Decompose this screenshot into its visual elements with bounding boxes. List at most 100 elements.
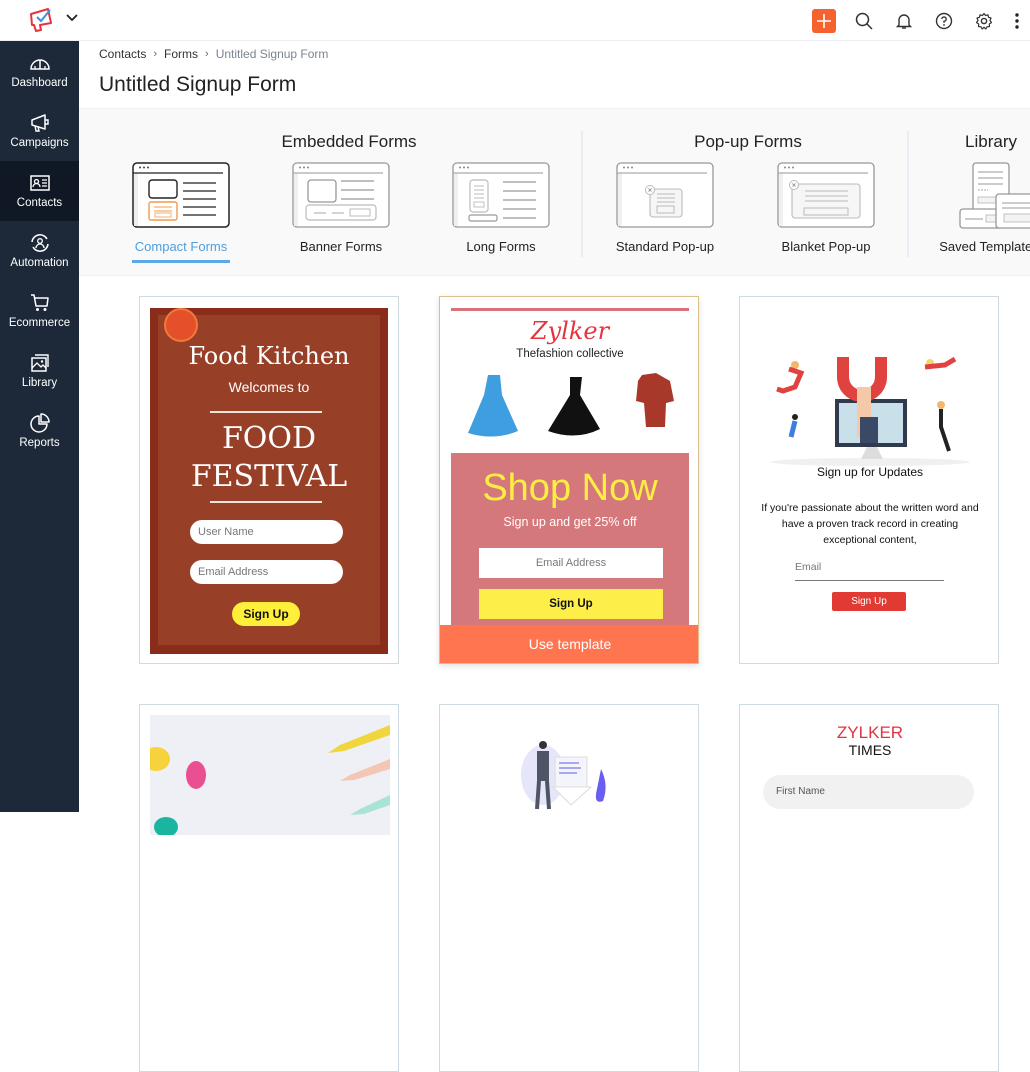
breadcrumb: Contacts › Forms › Untitled Signup Form bbox=[99, 47, 328, 61]
gauge-icon bbox=[29, 59, 50, 70]
food-title: Food Kitchen bbox=[188, 342, 350, 370]
form-type-blanket-popup[interactable]: Blanket Pop-up bbox=[756, 162, 896, 254]
notifications-button[interactable] bbox=[884, 0, 924, 41]
group-divider bbox=[581, 131, 583, 257]
sidebar-item-library[interactable]: Library bbox=[0, 341, 79, 401]
group-title-popup: Pop-up Forms bbox=[694, 132, 802, 151]
sidebar-item-campaigns[interactable]: Campaigns bbox=[0, 101, 79, 161]
divider bbox=[210, 411, 322, 413]
fashion-email-field: Email Address bbox=[479, 548, 663, 578]
fashion-signup-panel: Shop Now Sign up and get 25% off Email A… bbox=[451, 453, 689, 628]
more-vertical-icon bbox=[1015, 12, 1019, 29]
sidebar-item-automation[interactable]: Automation bbox=[0, 221, 79, 281]
fashion-subhead: Sign up and get 25% off bbox=[503, 515, 637, 529]
group-divider bbox=[907, 131, 909, 257]
form-type-saved-templates[interactable]: Saved Templates bbox=[919, 162, 1030, 254]
form-type-picker: Embedded Forms Pop-up Forms Library Comp… bbox=[79, 108, 1030, 276]
breadcrumb-separator-icon: › bbox=[205, 48, 209, 60]
form-type-banner[interactable]: Banner Forms bbox=[271, 162, 411, 254]
breadcrumb-forms[interactable]: Forms bbox=[164, 47, 198, 61]
cart-icon bbox=[30, 294, 49, 311]
template-card-stationery[interactable] bbox=[139, 704, 399, 1072]
contact-card-icon bbox=[29, 175, 50, 191]
saved-templates-icon bbox=[959, 162, 1030, 229]
times-first-name-field: First Name bbox=[763, 775, 974, 809]
main-content: Contacts › Forms › Untitled Signup Form … bbox=[79, 41, 1030, 1072]
create-button[interactable] bbox=[804, 0, 844, 41]
food-welcome: Welcomes to bbox=[228, 379, 310, 395]
newsletter-illustration bbox=[521, 741, 606, 810]
template-card-newsletter[interactable] bbox=[439, 704, 699, 1072]
template-card-updates[interactable]: Sign up for Updates If you're passionate… bbox=[739, 296, 999, 664]
breadcrumb-separator-icon: › bbox=[153, 48, 158, 60]
sidebar-item-ecommerce[interactable]: Ecommerce bbox=[0, 281, 79, 341]
fashion-brand: Zylker bbox=[530, 317, 610, 345]
food-username-field: User Name bbox=[190, 520, 343, 544]
banner-form-icon bbox=[292, 162, 390, 228]
settings-button[interactable] bbox=[964, 0, 1004, 41]
updates-description: If you're passionate about the written w… bbox=[761, 502, 979, 546]
pencils-illustration bbox=[142, 725, 390, 837]
image-library-icon bbox=[30, 354, 49, 372]
gear-icon bbox=[975, 12, 993, 30]
form-type-label: Compact Forms bbox=[134, 239, 228, 254]
sidebar-item-label: Reports bbox=[19, 437, 60, 449]
help-button[interactable] bbox=[924, 0, 964, 41]
bell-icon bbox=[895, 13, 913, 29]
form-type-label: Blanket Pop-up bbox=[781, 239, 871, 254]
updates-signup-button: Sign Up bbox=[832, 592, 906, 611]
magnet-illustration bbox=[770, 356, 970, 466]
form-type-label: Long Forms bbox=[466, 239, 536, 254]
blanket-popup-icon bbox=[777, 162, 875, 228]
automation-icon bbox=[30, 234, 49, 252]
updates-title: Sign up for Updates bbox=[816, 465, 924, 479]
active-tab-indicator bbox=[132, 260, 230, 263]
template-card-food-festival[interactable]: Food Kitchen Welcomes to FOOD FESTIVAL U… bbox=[139, 296, 399, 664]
sidebar-item-contacts[interactable]: Contacts bbox=[0, 161, 79, 221]
times-subtitle: TIMES bbox=[848, 742, 892, 758]
form-type-label: Standard Pop-up bbox=[615, 239, 715, 254]
template-card-zylker-fashion[interactable]: Zylker Thefashion collective Shop Now Si… bbox=[439, 296, 699, 664]
food-headline-2: FESTIVAL bbox=[190, 459, 348, 494]
megaphone-logo-icon[interactable] bbox=[28, 6, 58, 32]
sidebar-item-label: Automation bbox=[10, 257, 69, 269]
breadcrumb-current: Untitled Signup Form bbox=[215, 47, 329, 61]
food-email-field: Email Address bbox=[190, 560, 343, 584]
divider bbox=[210, 501, 322, 503]
form-type-compact[interactable]: Compact Forms bbox=[111, 162, 251, 263]
group-title-library: Library bbox=[965, 132, 1017, 151]
sidebar: Dashboard Campaigns Contacts Automation … bbox=[0, 41, 79, 812]
megaphone-icon bbox=[30, 114, 49, 132]
times-brand: ZYLKER bbox=[836, 723, 904, 742]
fashion-products-image bbox=[468, 373, 674, 437]
help-icon bbox=[935, 12, 953, 29]
sidebar-item-reports[interactable]: Reports bbox=[0, 401, 79, 461]
form-type-label: Banner Forms bbox=[299, 239, 383, 254]
divider bbox=[451, 308, 689, 311]
use-template-button[interactable]: Use template bbox=[440, 625, 698, 663]
tomato-icon bbox=[164, 308, 198, 342]
form-type-long[interactable]: Long Forms bbox=[431, 162, 571, 254]
food-template-preview: Food Kitchen Welcomes to FOOD FESTIVAL U… bbox=[150, 308, 388, 654]
chevron-down-icon[interactable] bbox=[64, 9, 80, 25]
updates-email-field: Email bbox=[795, 561, 944, 581]
form-type-label: Saved Templates bbox=[939, 239, 1030, 254]
form-type-standard-popup[interactable]: Standard Pop-up bbox=[595, 162, 735, 254]
template-card-zylker-times[interactable]: ZYLKER TIMES First Name bbox=[739, 704, 999, 1072]
top-bar bbox=[0, 0, 1030, 41]
page-title: Untitled Signup Form bbox=[99, 73, 297, 96]
sidebar-item-label: Dashboard bbox=[11, 77, 68, 89]
sidebar-item-dashboard[interactable]: Dashboard bbox=[0, 41, 79, 101]
group-title-embedded: Embedded Forms bbox=[281, 132, 417, 151]
compact-form-icon bbox=[132, 162, 230, 228]
stationery-image bbox=[142, 715, 390, 837]
food-headline-1: FOOD bbox=[221, 421, 317, 456]
breadcrumb-contacts[interactable]: Contacts bbox=[99, 47, 146, 61]
plus-icon bbox=[817, 13, 831, 28]
search-icon bbox=[855, 12, 873, 30]
sidebar-item-label: Ecommerce bbox=[8, 317, 71, 329]
more-button[interactable] bbox=[1004, 0, 1030, 41]
fashion-tagline: Thefashion collective bbox=[516, 348, 624, 360]
search-button[interactable] bbox=[844, 0, 884, 41]
fashion-headline: Shop Now bbox=[482, 467, 658, 509]
